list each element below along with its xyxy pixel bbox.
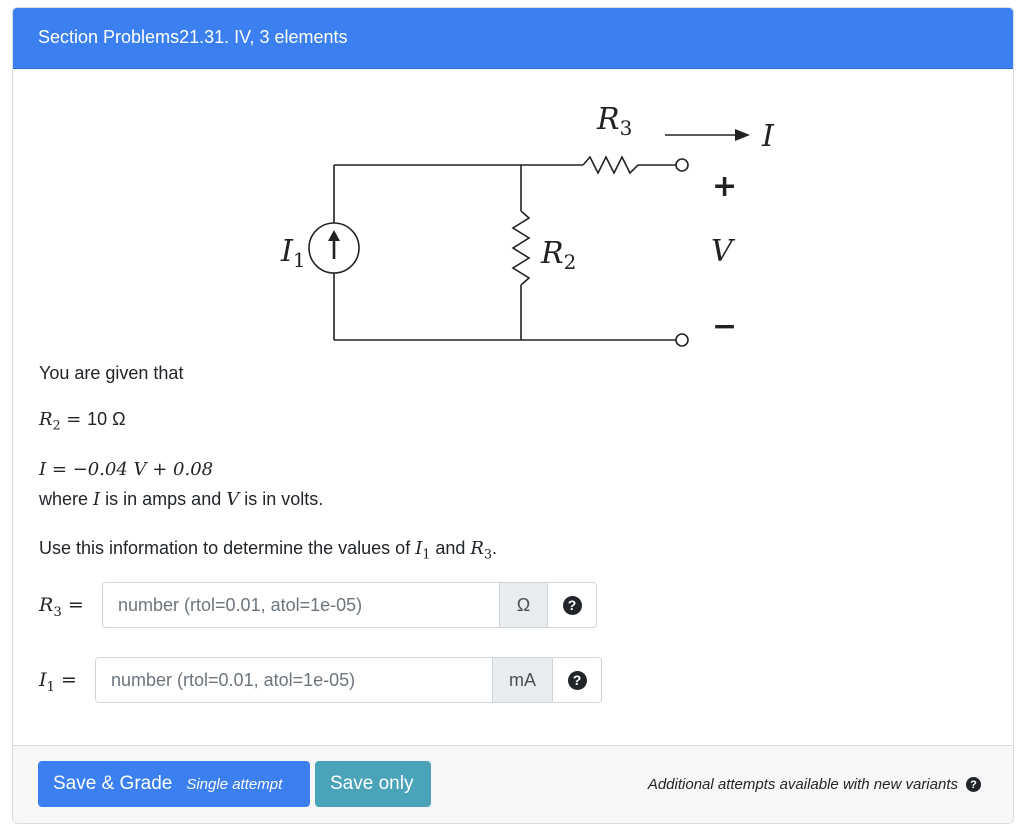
circuit-diagram: R3 I I1 R2 V + − bbox=[280, 102, 775, 347]
svg-text:+: + bbox=[712, 169, 737, 204]
question-circle-icon: ? bbox=[567, 670, 587, 690]
resistor-r3 bbox=[582, 155, 639, 175]
terminal-top bbox=[675, 158, 689, 172]
card-header: Section Problems21.31. IV, 3 elements bbox=[13, 8, 1013, 69]
help-button-i1[interactable]: ? bbox=[552, 658, 601, 702]
question-card: Section Problems21.31. IV, 3 elements R3… bbox=[12, 7, 1014, 824]
save-grade-button[interactable]: Save & Grade Single attempt bbox=[38, 761, 310, 807]
input-group-r3: Ω ? bbox=[102, 582, 597, 628]
svg-text:V: V bbox=[711, 234, 736, 269]
terminal-bottom bbox=[675, 333, 689, 347]
unit-ma: mA bbox=[492, 658, 552, 702]
help-button-r3[interactable]: ? bbox=[547, 583, 596, 627]
arrow-right-icon bbox=[735, 129, 750, 141]
resistor-r2 bbox=[511, 210, 531, 286]
iv-equation: I = −0.04 V + 0.08 bbox=[39, 459, 214, 480]
svg-text:I: I bbox=[761, 119, 775, 154]
question-title: Section Problems21.31. IV, 3 elements bbox=[38, 27, 348, 47]
question-circle-icon[interactable]: ? bbox=[966, 777, 981, 792]
r3-input[interactable] bbox=[103, 583, 499, 627]
attempts-note: Additional attempts available with new v… bbox=[648, 776, 981, 793]
given-r2: R2 = 10 Ω bbox=[39, 409, 126, 433]
input-group-i1: mA ? bbox=[95, 657, 602, 703]
svg-text:R2: R2 bbox=[540, 236, 576, 274]
question-circle-icon: ? bbox=[562, 595, 582, 615]
intro-text: You are given that bbox=[39, 363, 184, 383]
svg-text:R3: R3 bbox=[596, 102, 632, 140]
answer-label-i1: I1 = bbox=[39, 669, 77, 695]
answer-label-r3: R3 = bbox=[39, 594, 84, 620]
answer-row-i1: I1 = mA ? bbox=[13, 657, 613, 703]
arrow-up-icon bbox=[328, 230, 340, 241]
svg-text:I1: I1 bbox=[280, 234, 306, 272]
answer-row-r3: R3 = Ω ? bbox=[13, 582, 613, 628]
unit-ohm: Ω bbox=[499, 583, 547, 627]
card-footer: Save & Grade Single attempt Save only Ad… bbox=[13, 745, 1013, 823]
units-note: where I is in amps and V is in volts. bbox=[39, 489, 324, 510]
save-only-button[interactable]: Save only bbox=[315, 761, 431, 807]
i1-input[interactable] bbox=[96, 658, 492, 702]
task-text: Use this information to determine the va… bbox=[39, 538, 497, 562]
svg-text:−: − bbox=[712, 309, 737, 344]
